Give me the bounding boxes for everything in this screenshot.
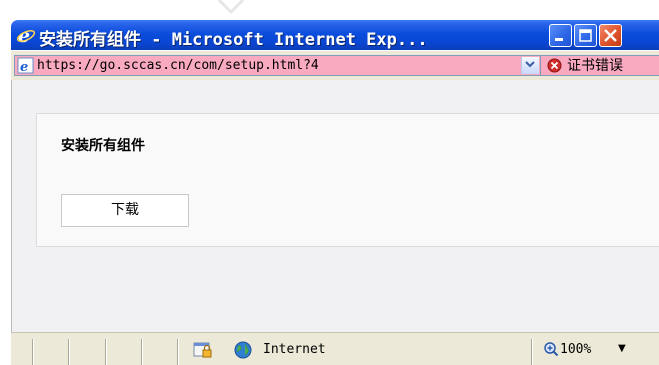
close-icon <box>604 29 617 42</box>
maximize-icon <box>579 29 592 42</box>
zoom-level[interactable]: 100% <box>560 342 591 357</box>
zoom-icon[interactable] <box>543 341 559 357</box>
certificate-error-button[interactable]: 证书错误 <box>541 55 659 76</box>
window-title-bar[interactable]: e 安装所有组件 - Microsoft Internet Exp... <box>11 20 659 50</box>
download-button[interactable]: 下载 <box>61 194 189 227</box>
shield-error-icon <box>547 58 562 73</box>
status-divider <box>141 339 143 365</box>
minimize-icon <box>555 38 563 41</box>
page-content: 安装所有组件 下载 <box>11 80 659 332</box>
address-dropdown-button[interactable] <box>521 57 539 74</box>
certificate-error-label: 证书错误 <box>567 58 623 74</box>
chevron-down-icon <box>218 0 244 14</box>
chevron-down-icon <box>525 61 535 68</box>
protected-mode-icon[interactable] <box>193 341 213 359</box>
status-bar: Internet 100% ▼ <box>11 332 659 365</box>
page-icon: e <box>17 57 34 74</box>
internet-globe-icon <box>234 341 252 359</box>
install-panel: 安装所有组件 下载 <box>36 113 659 247</box>
status-divider <box>32 339 34 365</box>
zoom-dropdown-icon[interactable]: ▼ <box>618 343 626 354</box>
address-bar: e https://go.sccas.cn/com/setup.html?4 证… <box>11 50 659 80</box>
close-button[interactable] <box>599 24 622 47</box>
maximize-button[interactable] <box>574 24 597 47</box>
minimize-button[interactable] <box>549 24 572 47</box>
page-title: 安装所有组件 <box>61 138 145 154</box>
address-field[interactable]: e https://go.sccas.cn/com/setup.html?4 <box>14 55 541 76</box>
status-divider <box>105 339 107 365</box>
status-divider <box>68 339 70 365</box>
window-title: 安装所有组件 - Microsoft Internet Exp... <box>39 30 428 50</box>
status-divider <box>531 339 533 365</box>
security-zone-label: Internet <box>263 342 326 357</box>
url-text[interactable]: https://go.sccas.cn/com/setup.html?4 <box>37 57 319 75</box>
background-strip <box>0 0 659 20</box>
svg-text:e: e <box>20 60 28 74</box>
internet-explorer-icon: e <box>16 25 36 45</box>
status-divider <box>177 339 179 365</box>
